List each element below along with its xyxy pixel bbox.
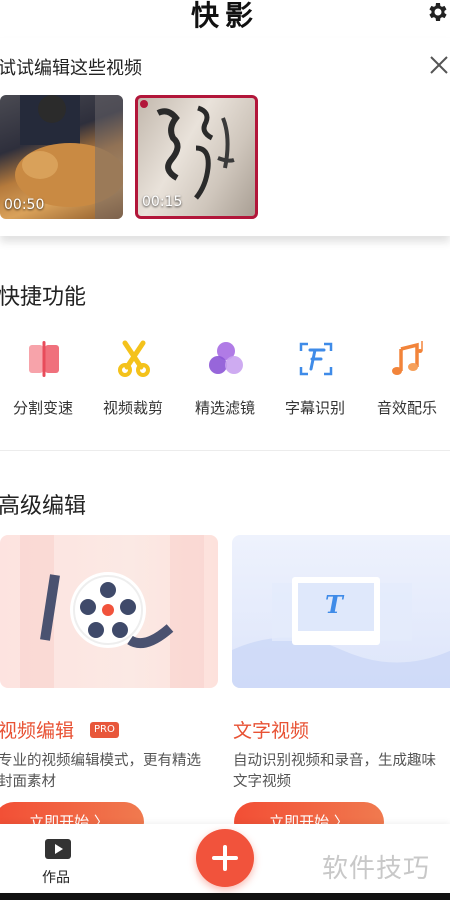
film-reel-illustration <box>20 535 204 688</box>
video-duration: 00:15 <box>142 194 183 210</box>
video-edit-description: 专业的视频编辑模式，更有精选封面素材 <box>0 753 201 790</box>
pro-badge: PRO <box>90 722 119 738</box>
works-tab-label[interactable]: 作品 <box>42 867 70 887</box>
system-bar-strip <box>0 893 450 900</box>
close-icon[interactable] <box>428 54 450 76</box>
video-duration: 00:50 <box>4 197 45 213</box>
section-divider <box>0 450 450 451</box>
feature-label: 音效配乐 <box>376 399 437 417</box>
play-icon[interactable] <box>44 838 72 860</box>
text-video-title: 文字视频 <box>233 720 310 742</box>
video-thumbnail[interactable]: 00:15 <box>135 95 258 219</box>
feature-sound-music[interactable]: 音效配乐 <box>364 335 450 425</box>
top-bar: 快影 <box>0 0 450 36</box>
feature-filters[interactable]: 精选滤镜 <box>182 335 268 425</box>
plus-icon-stroke <box>223 845 227 871</box>
svg-text:T: T <box>325 590 345 619</box>
gear-icon[interactable] <box>425 0 449 24</box>
video-edit-title: 视频编辑 <box>0 720 75 742</box>
feature-label: 字幕识别 <box>284 399 345 417</box>
add-project-button[interactable] <box>196 829 254 887</box>
feature-video-crop[interactable]: 视频裁剪 <box>90 335 176 425</box>
filter-icon <box>209 342 243 374</box>
feature-subtitle-recognition[interactable]: 字幕识别 <box>272 335 358 425</box>
video-edit-card-banner[interactable] <box>0 535 218 688</box>
split-icon <box>29 341 59 377</box>
feature-label: 精选滤镜 <box>194 399 255 417</box>
feature-split-speed[interactable]: 分割变速 <box>0 335 86 425</box>
text-video-description: 自动识别视频和录音，生成趣味文字视频 <box>233 753 436 790</box>
advanced-editing-title: 高级编辑 <box>0 494 87 519</box>
app-title: 快影 <box>190 0 259 32</box>
scissors-icon <box>118 340 150 377</box>
quick-functions-title: 快捷功能 <box>0 285 87 310</box>
text-video-illustration: T <box>232 577 450 688</box>
suggestion-title: 试试编辑这些视频 <box>0 58 142 79</box>
feature-label: 视频裁剪 <box>102 399 163 417</box>
music-icon <box>392 341 423 375</box>
text-video-card-banner[interactable]: T <box>232 535 450 688</box>
watermark-text: 软件技巧 <box>322 854 431 884</box>
subtitle-icon <box>299 342 333 376</box>
feature-label: 分割变速 <box>12 399 73 417</box>
video-thumbnail[interactable]: 00:50 <box>0 95 123 219</box>
